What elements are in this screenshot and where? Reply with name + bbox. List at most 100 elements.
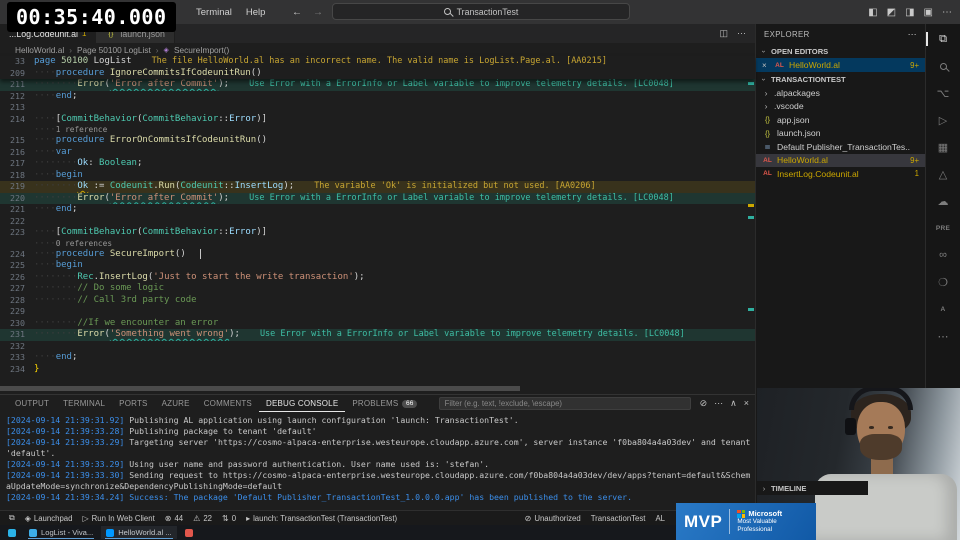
- code-line[interactable]: 225 ····begin: [0, 260, 755, 272]
- status-ports[interactable]: ⇅ 0: [217, 511, 241, 526]
- panel-action-icon[interactable]: ∧: [730, 398, 737, 409]
- taskbar-pinned-app-2[interactable]: [180, 526, 198, 539]
- activity-al-pre-icon[interactable]: PRE: [926, 219, 960, 237]
- code-line[interactable]: 218 ····begin: [0, 170, 755, 182]
- editor-action-icon[interactable]: ◫: [719, 28, 728, 39]
- activity-azure-icon[interactable]: ☁: [926, 192, 960, 210]
- line-number: [0, 125, 34, 135]
- file-default-publisher-transactiontes[interactable]: ≣ Default Publisher_TransactionTes..: [756, 140, 925, 154]
- code-line[interactable]: 234}: [0, 364, 755, 376]
- code-line[interactable]: 214 ····[CommitBehavior(CommitBehavior::E…: [0, 114, 755, 126]
- workspace-section[interactable]: › TRANSACTIONTEST: [756, 72, 925, 86]
- layout-control-icon[interactable]: ◧: [868, 7, 877, 18]
- panel-tab-ports[interactable]: PORTS: [112, 395, 154, 412]
- panel-tab-debug-console[interactable]: DEBUG CONSOLE: [259, 395, 345, 412]
- activity-letter-a-icon[interactable]: A: [926, 300, 960, 318]
- panel-action-icon[interactable]: ⊘: [700, 398, 708, 409]
- panel-tab-azure[interactable]: AZURE: [155, 395, 197, 412]
- code-line[interactable]: 222: [0, 216, 755, 228]
- breadcrumb-item-helloworld-al[interactable]: HelloWorld.al: [15, 45, 64, 55]
- activity-more-icon[interactable]: ⋯: [926, 327, 960, 345]
- layout-control-icon[interactable]: ⋯: [942, 7, 952, 18]
- codelens-row[interactable]: ····0 references: [0, 239, 755, 249]
- debug-console[interactable]: [2024-09-14 21:39:31.92] Publishing AL a…: [0, 412, 755, 503]
- status-unauthorized[interactable]: ⊘ Unauthorized: [520, 511, 586, 526]
- open-editor-helloworld-al[interactable]: × AL HelloWorld.al 9+: [756, 58, 925, 72]
- activity-search-icon[interactable]: [926, 57, 960, 75]
- panel-tab-problems[interactable]: PROBLEMS 66: [345, 395, 424, 412]
- code-line[interactable]: 231 ········Error('Something went wrong')…: [0, 329, 755, 341]
- activity-source-control-icon[interactable]: ⌥: [926, 84, 960, 102]
- taskbar-window-loglist[interactable]: LogList - Viva...: [24, 526, 98, 539]
- file-app-json[interactable]: {} app.json: [756, 113, 925, 127]
- status-launch-config[interactable]: ▸ launch: TransactionTest (TransactionTes…: [241, 511, 402, 526]
- taskbar-pinned-app-1[interactable]: [3, 526, 21, 539]
- horizontal-scrollbar[interactable]: [0, 386, 520, 391]
- code-line[interactable]: 215 ····procedure ErrorOnCommitsIfCodeuni…: [0, 135, 755, 147]
- menu-help[interactable]: Help: [246, 7, 266, 18]
- activity-extensions-icon[interactable]: ▦: [926, 138, 960, 156]
- code-line[interactable]: 221 ····end;: [0, 204, 755, 216]
- code-line[interactable]: 229: [0, 306, 755, 318]
- code-line[interactable]: 227 ········// Do some logic: [0, 283, 755, 295]
- code-line[interactable]: 230 ········//If we encounter an error: [0, 318, 755, 330]
- code-line[interactable]: 233 ····end;: [0, 352, 755, 364]
- code-line[interactable]: 209 ····procedure IgnoreCommitsIfCodeunit…: [0, 68, 755, 80]
- activity-azure-pipelines-icon[interactable]: ∞: [926, 246, 960, 264]
- code-line[interactable]: 232: [0, 341, 755, 353]
- code-line[interactable]: 212 ····end;: [0, 91, 755, 103]
- file-insertlog-codeunit-al[interactable]: AL InsertLog.Codeunit.al 1: [756, 167, 925, 181]
- folder-vscode[interactable]: › .vscode: [756, 100, 925, 114]
- status-launchpad[interactable]: ◈ Launchpad: [20, 511, 78, 526]
- menu-terminal[interactable]: Terminal: [196, 7, 232, 18]
- codelens-row[interactable]: ····1 reference: [0, 125, 755, 135]
- code-line[interactable]: 226 ········Rec.InsertLog('Just to start …: [0, 272, 755, 284]
- status-errors[interactable]: ⊗ 44: [160, 511, 188, 526]
- file-helloworld-al[interactable]: AL HelloWorld.al 9+: [756, 153, 925, 167]
- code-line[interactable]: 33 page 50100 LogList The file HelloWorld.…: [0, 56, 755, 68]
- timeline-section[interactable]: › TIMELINE: [756, 481, 868, 495]
- activity-run-debug-icon[interactable]: ▷: [926, 111, 960, 129]
- status-warnings[interactable]: ⚠ 22: [188, 511, 217, 526]
- editor-action-icon[interactable]: ⋯: [737, 28, 746, 39]
- code-line[interactable]: 213: [0, 102, 755, 114]
- code-line[interactable]: 216 ····var: [0, 147, 755, 159]
- layout-control-icon[interactable]: ▣: [924, 7, 933, 18]
- code-line[interactable]: 220 ········Error('Error after Commit'); U…: [0, 192, 755, 204]
- sticky-scroll: 33 page 50100 LogList The file HelloWorld.…: [0, 56, 755, 79]
- close-icon[interactable]: ×: [762, 61, 770, 70]
- status-remote[interactable]: ⧉: [4, 511, 20, 526]
- code-line[interactable]: 219 ········Ok := Codeunit.Run(Codeunit::…: [0, 181, 755, 193]
- code-line[interactable]: 211 ········Error('Error after Commit'); U…: [0, 79, 755, 91]
- breadcrumb-item-page-50100-loglist[interactable]: Page 50100 LogList: [77, 45, 151, 55]
- taskbar-window-helloworld[interactable]: HelloWorld.al ...: [101, 526, 177, 539]
- console-filter-input[interactable]: Filter (e.g. text, !exclude, \escape): [438, 397, 691, 410]
- status-language-mode[interactable]: AL: [650, 511, 670, 526]
- panel-tab-output[interactable]: OUTPUT: [8, 395, 56, 412]
- activity-test-icon[interactable]: △: [926, 165, 960, 183]
- breadcrumb-item-secureimport[interactable]: SecureImport(): [174, 45, 229, 55]
- code-line[interactable]: 224 ····procedure SecureImport(): [0, 249, 755, 261]
- back-icon[interactable]: ←: [292, 7, 302, 18]
- activity-comments-icon[interactable]: ❍: [926, 273, 960, 291]
- code-line[interactable]: 228 ········// Call 3rd party code: [0, 295, 755, 307]
- workspace-label: TRANSACTIONTEST: [771, 74, 846, 84]
- open-editors-section[interactable]: › OPEN EDITORS: [756, 44, 925, 58]
- code-line[interactable]: 217 ········Ok: Boolean;: [0, 158, 755, 170]
- folder-alpackages[interactable]: › .alpackages: [756, 86, 925, 100]
- editor[interactable]: 33 page 50100 LogList The file HelloWorld.…: [0, 56, 755, 394]
- file-launch-json[interactable]: {} launch.json: [756, 127, 925, 141]
- status-workspace[interactable]: TransactionTest: [586, 511, 651, 526]
- panel-action-icon[interactable]: ⋯: [714, 398, 723, 409]
- panel-tab-terminal[interactable]: TERMINAL: [56, 395, 112, 412]
- more-actions-icon[interactable]: ⋯: [908, 29, 917, 40]
- status-run-in-web-client[interactable]: ▷ Run In Web Client: [77, 511, 159, 526]
- layout-control-icon[interactable]: ◩: [887, 7, 896, 18]
- panel-action-icon[interactable]: ×: [744, 398, 749, 409]
- forward-icon[interactable]: →: [313, 7, 323, 18]
- panel-tab-comments[interactable]: COMMENTS: [197, 395, 259, 412]
- layout-control-icon[interactable]: ◨: [905, 7, 914, 18]
- command-center[interactable]: TransactionTest: [332, 3, 630, 20]
- activity-explorer-icon[interactable]: ⧉: [926, 30, 960, 48]
- code-line[interactable]: 223 ····[CommitBehavior(CommitBehavior::E…: [0, 227, 755, 239]
